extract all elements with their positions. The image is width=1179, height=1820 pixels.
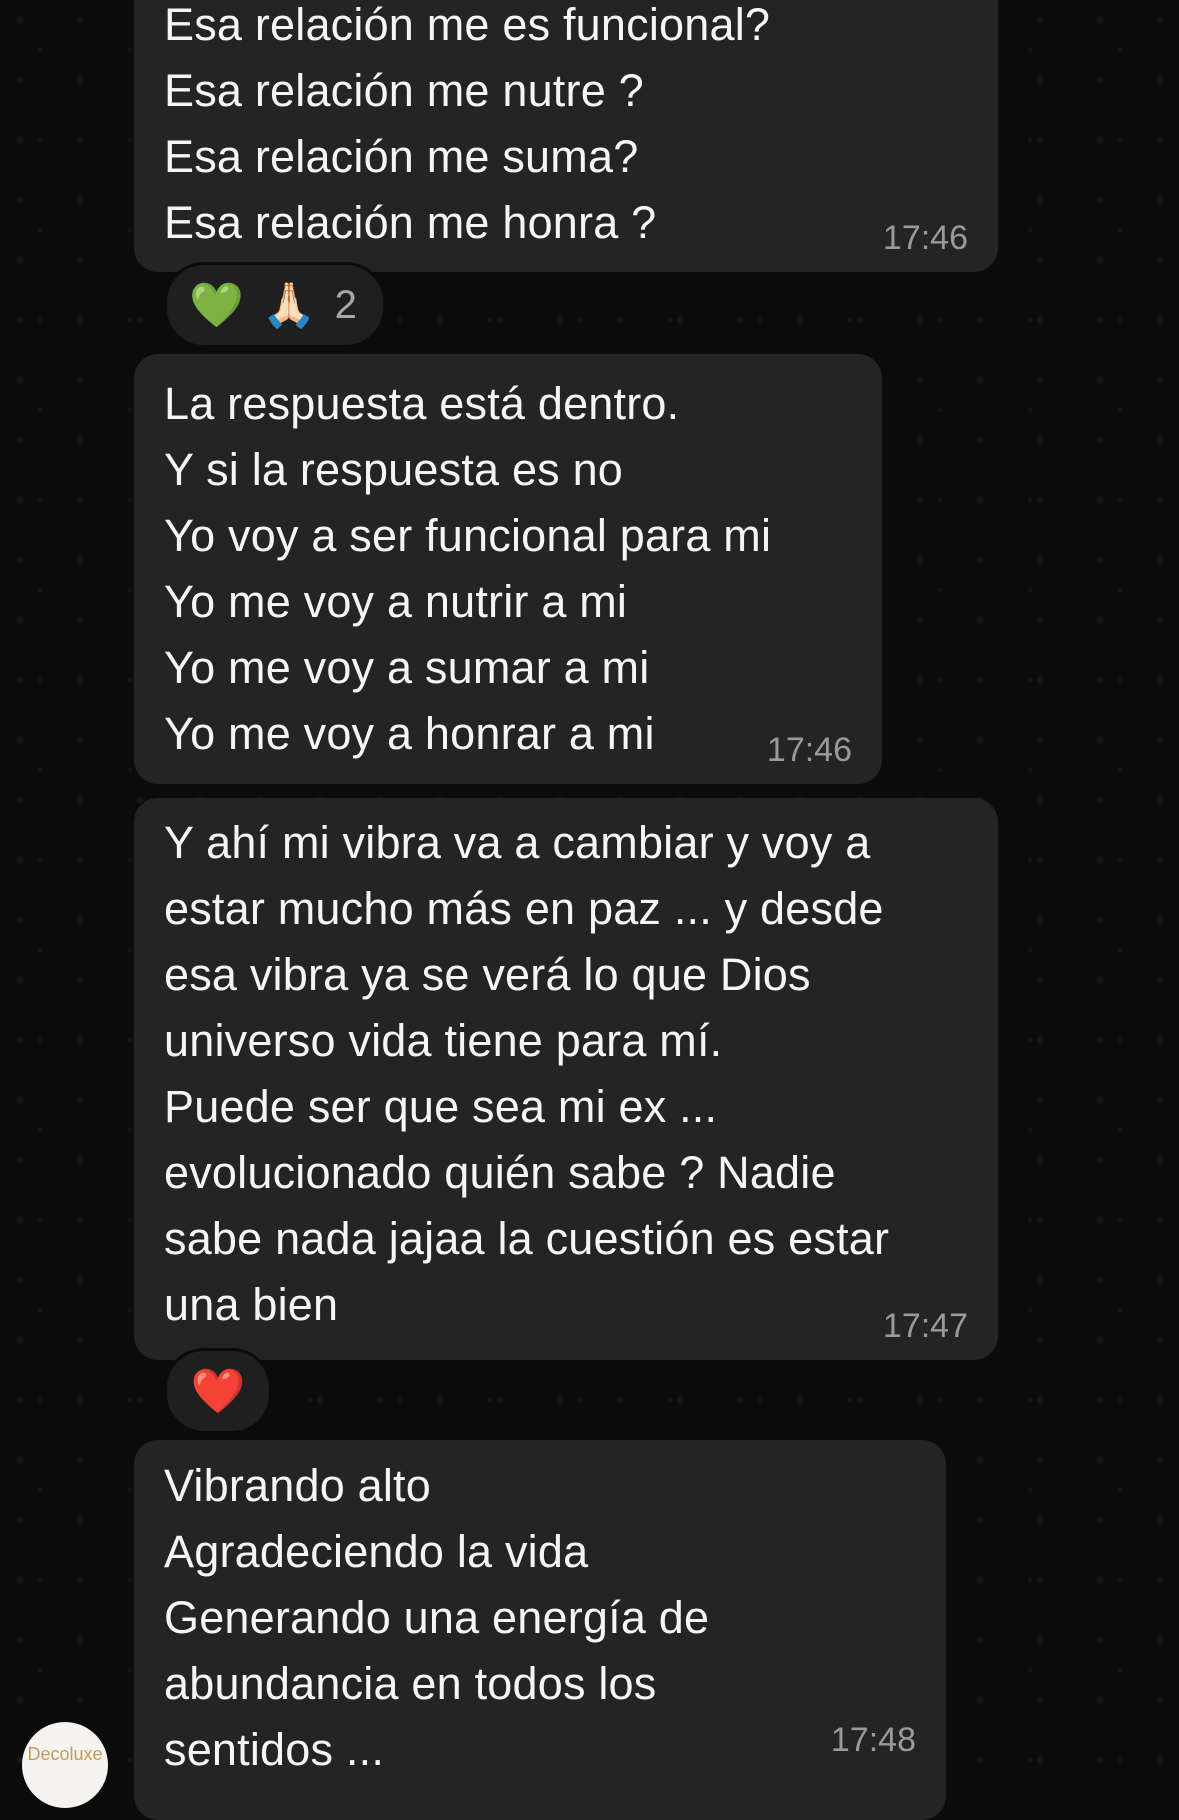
message-line: sabe nada jajaa la cuestión es estar [164, 1213, 890, 1264]
avatar[interactable]: Decoluxe [22, 1722, 108, 1808]
message-timestamp: 17:46 [766, 731, 852, 769]
message-timestamp: 17:47 [882, 1307, 968, 1345]
message-bubble[interactable]: La respuesta está dentro. Y si la respue… [134, 354, 882, 784]
message-line: Puede ser que sea mi ex ... [164, 1081, 718, 1132]
green-heart-emoji: 💚 [189, 281, 244, 330]
message-bubble[interactable]: Esa relación me es funcional? Esa relaci… [134, 0, 998, 272]
message-line: Vibrando alto [164, 1460, 431, 1511]
message-line: Yo me voy a nutrir a mi [164, 576, 628, 627]
message-line: Yo me voy a sumar a mi [164, 642, 650, 693]
message-line: Generando una energía de [164, 1592, 710, 1643]
message-line: estar mucho más en paz ... y desde [164, 883, 884, 934]
message-reactions[interactable]: 💚 🙏🏻 2 [164, 262, 386, 348]
red-heart-emoji: ❤️ [190, 1367, 246, 1416]
message-timestamp: 17:46 [882, 219, 968, 257]
message-line: Agradeciendo la vida [164, 1526, 589, 1577]
message-bubble[interactable]: Vibrando alto Agradeciendo la vida Gener… [134, 1440, 946, 1820]
message-line: universo vida tiene para mí. [164, 1015, 723, 1066]
message-line: abundancia en todos los [164, 1658, 657, 1709]
message-line: Y ahí mi vibra va a cambiar y voy a [164, 817, 871, 868]
reaction-count: 2 [334, 282, 357, 327]
message-timestamp: 17:48 [830, 1721, 916, 1759]
message-line: Esa relación me suma? [164, 131, 639, 182]
message-line: Yo me voy a honrar a mi [164, 708, 655, 759]
message-line: Esa relación me nutre ? [164, 65, 644, 116]
message-reactions[interactable]: ❤️ [164, 1348, 272, 1434]
message-line: Esa relación me honra ? [164, 197, 657, 248]
praying-hands-emoji: 🙏🏻 [261, 281, 317, 330]
message-line: esa vibra ya se verá lo que Dios [164, 949, 811, 1000]
message-line: Y si la respuesta es no [164, 444, 624, 495]
message-line: Esa relación me es funcional? [164, 0, 771, 50]
message-line: sentidos ... [164, 1724, 385, 1775]
message-bubble[interactable]: Y ahí mi vibra va a cambiar y voy a esta… [134, 798, 998, 1360]
message-line: evolucionado quién sabe ? Nadie [164, 1147, 836, 1198]
avatar-logo-text: Decoluxe [27, 1743, 103, 1764]
message-line: una bien [164, 1279, 339, 1330]
message-line: La respuesta está dentro. [164, 378, 680, 429]
message-line: Yo voy a ser funcional para mi [164, 510, 772, 561]
